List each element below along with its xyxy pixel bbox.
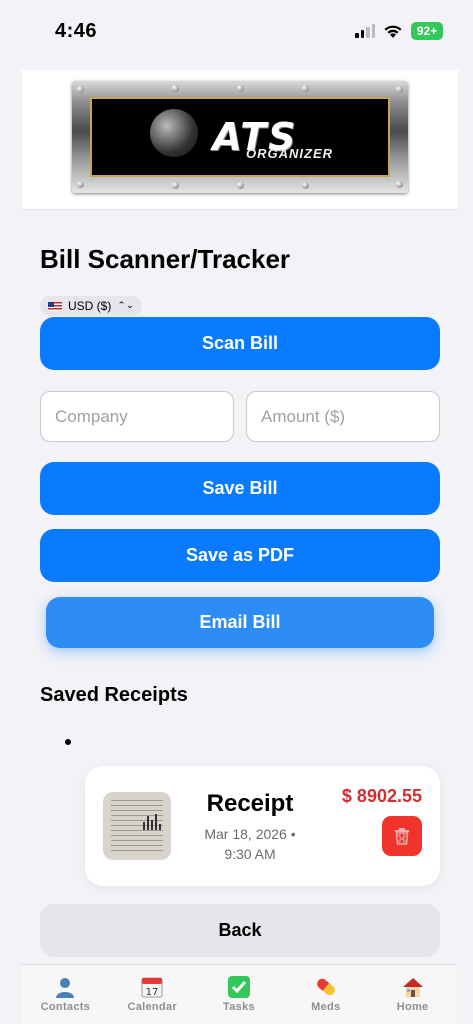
saved-receipts-heading: Saved Receipts	[40, 684, 188, 706]
delete-receipt-button[interactable]	[382, 816, 422, 856]
page-title: Bill Scanner/Tracker	[40, 244, 291, 274]
status-icons: 92+	[355, 22, 443, 40]
receipt-time-line: 9:30 AM	[224, 846, 276, 862]
logo-banner: ATS ORGANIZER	[22, 70, 458, 210]
scan-bill-button[interactable]: Scan Bill	[40, 317, 440, 370]
tab-label-contacts: Contacts	[40, 1001, 91, 1013]
tab-meds[interactable]: Meds	[282, 965, 369, 1024]
contacts-icon	[53, 975, 77, 999]
tab-calendar[interactable]: 17 Calendar	[109, 965, 196, 1024]
currency-selector[interactable]: USD ($) ⌃⌄	[40, 296, 143, 316]
tab-bar: Contacts 17 Calendar Tasks Meds Home	[22, 964, 456, 1024]
calendar-icon-day: 17	[146, 987, 159, 998]
back-button[interactable]: Back	[40, 904, 440, 957]
receipt-card[interactable]: Receipt Mar 18, 2026 • 9:30 AM $ 8902.55	[85, 766, 440, 886]
tab-tasks[interactable]: Tasks	[196, 965, 283, 1024]
tab-label-calendar: Calendar	[127, 1001, 177, 1013]
chevron-updown-icon: ⌃⌄	[117, 300, 135, 311]
tab-label-home: Home	[396, 1001, 429, 1013]
tab-label-meds: Meds	[311, 1001, 341, 1013]
list-bullet	[65, 739, 71, 745]
us-flag-icon	[48, 301, 62, 311]
ats-organizer-logo: ATS ORGANIZER	[72, 81, 408, 193]
tab-home[interactable]: Home	[369, 965, 456, 1024]
logo-subtext: ORGANIZER	[246, 146, 333, 161]
tab-label-tasks: Tasks	[223, 1001, 255, 1013]
receipt-thumbnail[interactable]	[103, 792, 171, 860]
email-bill-button[interactable]: Email Bill	[46, 597, 434, 648]
wifi-icon	[384, 25, 402, 38]
amount-input[interactable]	[246, 391, 440, 442]
calendar-icon: 17	[140, 975, 164, 999]
receipt-date-line: Mar 18, 2026 •	[204, 826, 296, 842]
tab-contacts[interactable]: Contacts	[22, 965, 109, 1024]
receipt-date: Mar 18, 2026 • 9:30 AM	[185, 824, 315, 864]
pill-icon	[314, 975, 338, 999]
status-bar: 4:46 92+	[0, 0, 473, 60]
receipt-title: Receipt	[206, 790, 294, 817]
checkmark-icon	[227, 975, 251, 999]
status-time: 4:46	[55, 20, 98, 42]
home-icon	[401, 975, 425, 999]
save-pdf-button[interactable]: Save as PDF	[40, 529, 440, 582]
currency-label: USD ($)	[68, 299, 112, 313]
save-bill-button[interactable]: Save Bill	[40, 462, 440, 515]
trash-icon	[395, 828, 409, 845]
company-input[interactable]	[40, 391, 234, 442]
cellular-signal-icon	[355, 24, 375, 38]
globe-icon	[150, 109, 198, 157]
battery-indicator: 92+	[411, 22, 443, 40]
receipt-amount: $ 8902.55	[341, 786, 422, 806]
